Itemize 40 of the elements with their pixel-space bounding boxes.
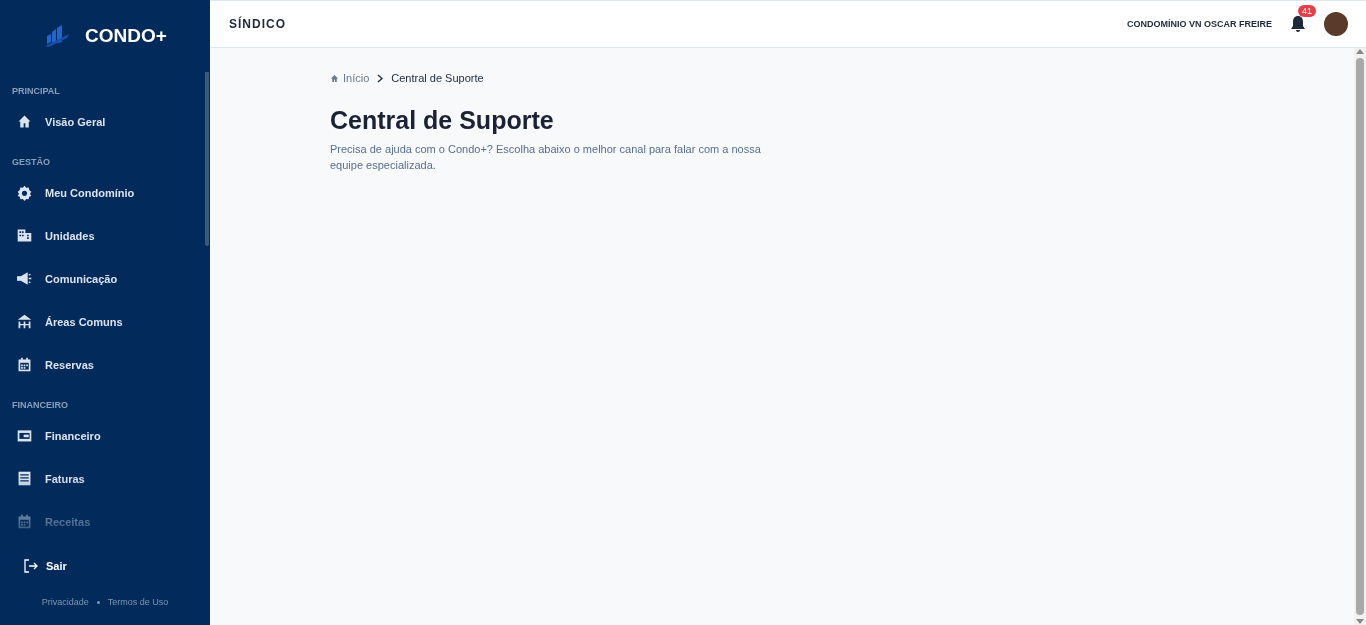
logo-text: CONDO+ [85,25,167,47]
condominium-name: CONDOMÍNIO VN OSCAR FREIRE [1127,19,1272,29]
page-subtitle: Precisa de ajuda com o Condo+? Escolha abaixo o melhor canal para falar com a nossa equipe especializada. [330,142,762,173]
role-title: SÍNDICO [229,17,287,31]
document-icon [16,470,33,487]
scrollbar[interactable] [1354,48,1366,625]
building-icon [16,227,33,244]
sidebar-item[interactable]: Áreas Comuns [0,300,210,343]
notification-badge: 41 [1298,5,1316,17]
section-heading: PRINCIPAL [11,85,61,98]
home-icon [330,73,339,83]
logout-icon [24,559,38,573]
calendar-icon [16,513,33,530]
section-heading: FINANCEIRO [11,399,69,412]
calendar-icon [16,356,33,373]
wallet-icon [16,427,33,444]
sidebar-item[interactable]: Meu Condomínio [0,171,210,214]
logout-link[interactable]: Sair [0,549,210,583]
sidebar-item[interactable]: Comunicação [0,257,210,300]
sidebar-item[interactable]: Reservas [0,343,210,386]
pavilion-icon [16,313,33,330]
bell-icon[interactable] [1290,15,1306,33]
sidebar-item[interactable]: Visão Geral [0,100,210,143]
logo-icon [43,24,72,48]
page-title: Central de Suporte [330,106,555,135]
sidebar-item[interactable]: Faturas [0,457,210,500]
section-heading: GESTÃO [11,156,51,169]
sidebar-item[interactable]: Unidades [0,214,210,257]
megaphone-icon [16,270,33,287]
scroll-down-icon[interactable] [1356,619,1364,625]
gear-icon [16,184,33,201]
breadcrumb-link[interactable]: Início [330,72,370,84]
footer-link[interactable]: Privacidade [41,597,89,607]
footer-link[interactable]: Termos de Uso [107,597,169,607]
home-icon [16,113,33,130]
scrollbar-thumb[interactable] [1356,58,1364,615]
sidebar-item[interactable]: Financeiro [0,414,210,457]
chevron-icon [377,73,384,83]
breadcrumb-current: Central de Suporte [391,72,484,84]
avatar[interactable] [1324,12,1348,36]
